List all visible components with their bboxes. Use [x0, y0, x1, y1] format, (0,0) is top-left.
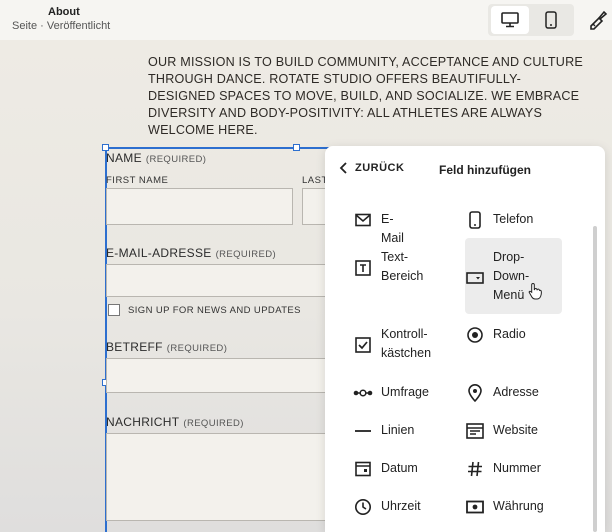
radio-icon: [465, 325, 485, 345]
subject-label: BETREFF (REQUIRED): [106, 340, 228, 354]
hash-icon: [465, 459, 485, 479]
website-icon: [465, 421, 485, 441]
last-name-label: LAST: [302, 175, 328, 186]
clock-icon: [353, 497, 373, 517]
message-label: NACHRICHT (REQUIRED): [106, 415, 244, 429]
add-field-panel: ZURÜCK Feld hinzufügen E-Mail Telefon Te…: [325, 146, 605, 532]
panel-scrollbar[interactable]: [593, 226, 597, 532]
mobile-icon: [545, 11, 557, 29]
resize-handle-top-center[interactable]: [293, 144, 300, 151]
top-bar: About Seite · Veröffentlicht: [0, 0, 612, 40]
email-label: E-MAIL-ADRESSE (REQUIRED): [106, 246, 277, 260]
resize-handle-top-left[interactable]: [102, 144, 109, 151]
desktop-icon: [501, 12, 519, 28]
currency-icon: [465, 497, 485, 517]
newsletter-label: SIGN UP FOR NEWS AND UPDATES: [128, 305, 301, 316]
line-icon: [353, 421, 373, 441]
desktop-view-button[interactable]: [491, 6, 529, 34]
device-toggle: [488, 4, 574, 36]
calendar-icon: [353, 459, 373, 479]
email-input[interactable]: [106, 264, 332, 297]
design-button[interactable]: [585, 8, 609, 32]
checkbox-icon: [353, 335, 373, 355]
newsletter-checkbox[interactable]: [108, 304, 120, 316]
hand-cursor-icon: [528, 282, 542, 300]
panel-title: Feld hinzufügen: [439, 163, 531, 177]
phone-icon: [465, 210, 485, 230]
mobile-view-button[interactable]: [532, 6, 570, 34]
back-button[interactable]: ZURÜCK: [339, 162, 404, 174]
page-title[interactable]: About: [48, 6, 80, 18]
chevron-left-icon: [339, 162, 347, 174]
location-pin-icon: [465, 383, 485, 403]
first-name-input[interactable]: [106, 188, 293, 225]
page-status: Seite · Veröffentlicht: [12, 20, 111, 32]
paintbrush-icon: [590, 10, 608, 30]
mission-text[interactable]: OUR MISSION IS TO BUILD COMMUNITY, ACCEP…: [148, 54, 588, 139]
survey-icon: [353, 383, 373, 403]
first-name-label: FIRST NAME: [106, 175, 169, 186]
back-label: ZURÜCK: [355, 162, 405, 174]
name-label: NAME (REQUIRED): [106, 151, 207, 165]
subject-input[interactable]: [106, 358, 332, 393]
mail-icon: [353, 210, 373, 230]
message-textarea[interactable]: [106, 433, 332, 521]
textarea-icon: [353, 258, 373, 278]
dropdown-icon: [465, 268, 485, 288]
